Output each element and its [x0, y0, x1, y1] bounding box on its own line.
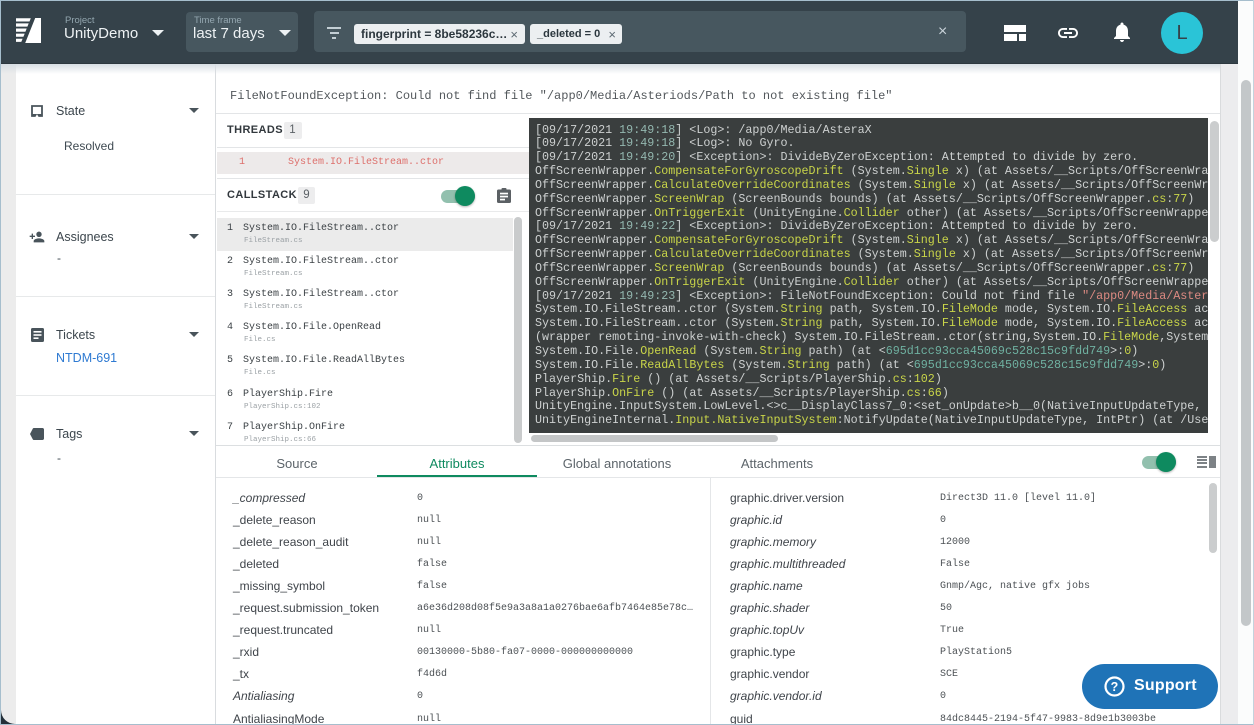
svg-text:?: ?: [1111, 680, 1119, 694]
